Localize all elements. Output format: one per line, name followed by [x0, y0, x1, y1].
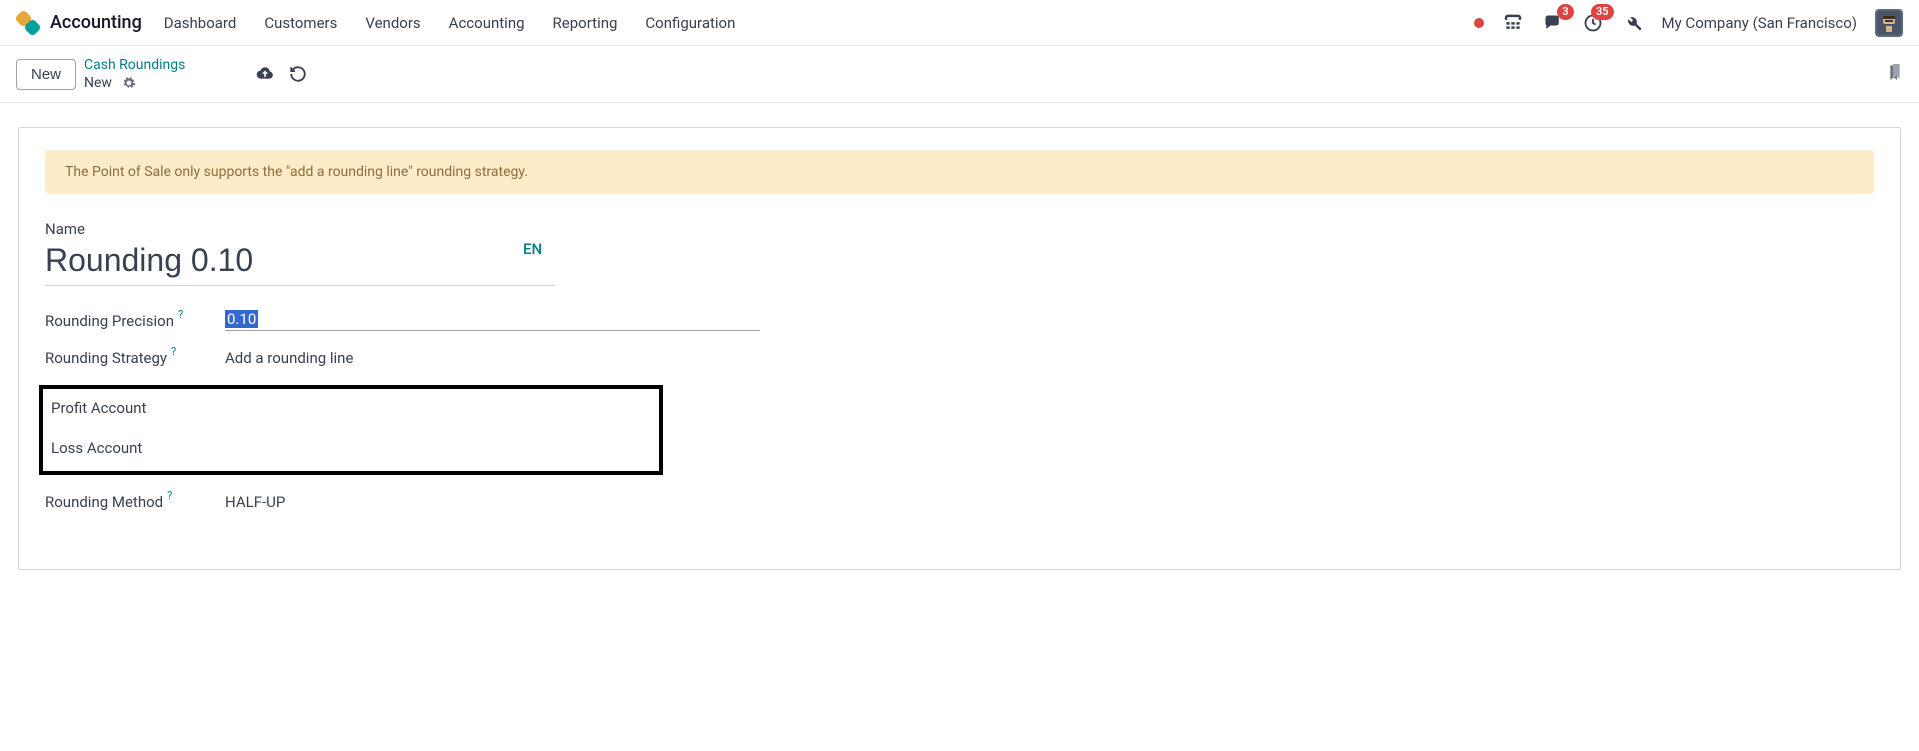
gear-icon[interactable]	[122, 76, 136, 90]
app-title[interactable]: Accounting	[50, 12, 142, 33]
cloud-save-icon[interactable]	[255, 65, 275, 83]
new-button[interactable]: New	[16, 59, 76, 90]
rounding-method-select[interactable]: HALF-UP	[225, 493, 285, 511]
nav-dashboard[interactable]: Dashboard	[164, 14, 237, 32]
help-icon[interactable]: ?	[167, 489, 172, 502]
help-icon[interactable]: ?	[178, 308, 183, 321]
discard-icon[interactable]	[289, 65, 307, 83]
language-tag[interactable]: EN	[523, 240, 542, 258]
loss-account-label: Loss Account	[51, 439, 142, 457]
bookmark-icon[interactable]	[1887, 64, 1903, 84]
rounding-precision-value: 0.10	[225, 310, 258, 328]
breadcrumb-parent[interactable]: Cash Roundings	[84, 56, 185, 74]
breadcrumb-current: New	[84, 74, 112, 92]
nav-configuration[interactable]: Configuration	[645, 14, 735, 32]
rounding-precision-label: Rounding Precision	[45, 312, 174, 330]
nav-reporting[interactable]: Reporting	[553, 14, 618, 32]
tools-icon[interactable]	[1622, 12, 1644, 34]
name-label: Name	[45, 220, 1874, 238]
activities-badge: 35	[1591, 4, 1614, 20]
recording-indicator-icon	[1474, 18, 1484, 28]
messages-icon[interactable]: 3	[1542, 12, 1564, 34]
warning-alert: The Point of Sale only supports the "add…	[45, 150, 1874, 194]
rounding-strategy-select[interactable]: Add a rounding line	[225, 349, 353, 367]
rounding-strategy-label: Rounding Strategy	[45, 349, 167, 367]
name-input[interactable]	[45, 240, 555, 286]
user-avatar[interactable]	[1875, 9, 1903, 37]
company-switcher[interactable]: My Company (San Francisco)	[1662, 14, 1857, 32]
rounding-precision-input[interactable]: 0.10	[225, 310, 760, 331]
form-sheet: The Point of Sale only supports the "add…	[18, 127, 1901, 570]
help-icon[interactable]: ?	[171, 345, 176, 358]
nav-accounting[interactable]: Accounting	[449, 14, 525, 32]
activities-icon[interactable]: 35	[1582, 12, 1604, 34]
nav-customers[interactable]: Customers	[264, 14, 337, 32]
phone-icon[interactable]	[1502, 12, 1524, 34]
messages-badge: 3	[1557, 4, 1573, 20]
rounding-method-label: Rounding Method	[45, 493, 163, 511]
nav-vendors[interactable]: Vendors	[365, 14, 420, 32]
profit-account-label: Profit Account	[51, 399, 146, 417]
highlighted-accounts-box: Profit Account Loss Account	[39, 385, 663, 475]
app-logo[interactable]	[16, 11, 40, 35]
